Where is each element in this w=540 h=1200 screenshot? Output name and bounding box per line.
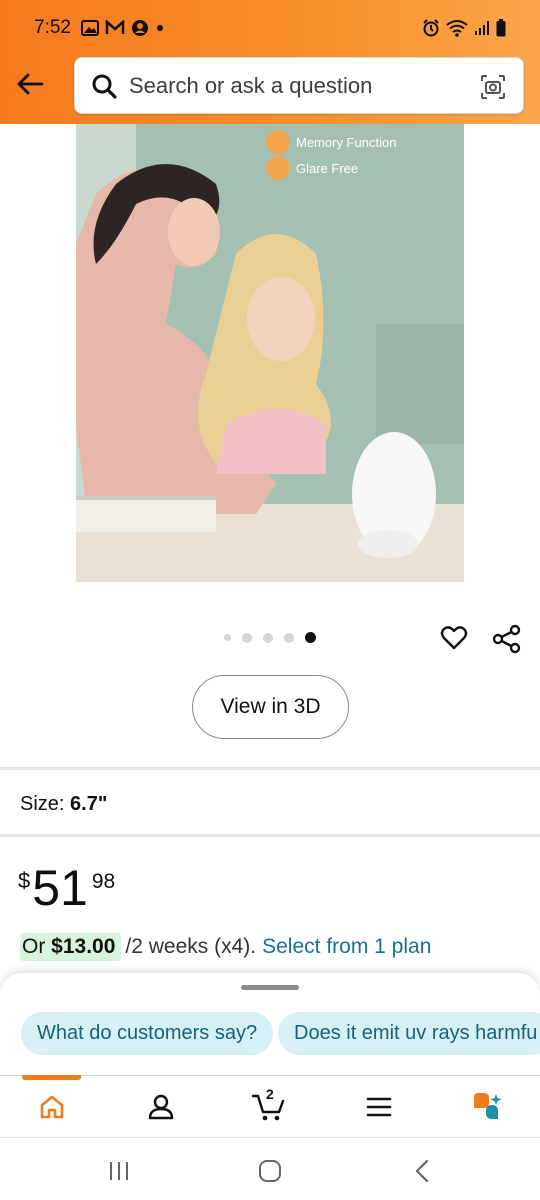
search-bar[interactable]: [74, 57, 524, 114]
battery-icon: [496, 19, 506, 37]
installment-terms: /2 weeks (x4).: [125, 935, 257, 958]
back-system-button[interactable]: [407, 1156, 437, 1186]
notification-dot-icon: [156, 25, 163, 31]
bottom-nav: [0, 1075, 540, 1137]
home-system-button[interactable]: [255, 1156, 285, 1186]
price-fraction: 98: [91, 870, 116, 893]
rufus-icon: [474, 1093, 502, 1119]
installment-offer: Or $13.00 /2 weeks (x4). Select from 1 p…: [20, 933, 431, 961]
suggestion-chip[interactable]: What do customers say?: [21, 1012, 274, 1055]
size-value: 6.7": [70, 793, 108, 815]
price: $ 51 98: [18, 862, 115, 914]
sheet-grabber[interactable]: [241, 985, 299, 990]
nav-active-indicator: [22, 1075, 81, 1080]
back-button[interactable]: [12, 64, 48, 104]
nav-menu[interactable]: [362, 1090, 396, 1124]
system-navigation-bar: [0, 1137, 540, 1200]
status-bar: 7:52: [0, 0, 540, 56]
alarm-icon: [423, 19, 439, 37]
wifi-icon: [446, 20, 468, 37]
feature-glare-free: Glare Free: [266, 156, 358, 180]
heart-icon[interactable]: [440, 624, 468, 652]
camera-search-icon[interactable]: [479, 73, 507, 101]
recent-apps-button[interactable]: [104, 1156, 134, 1186]
installment-amount: $13.00: [51, 935, 116, 958]
select-plan-link[interactable]: Select from 1 plan: [262, 935, 431, 959]
divider: [0, 834, 540, 837]
feature-label: Glare Free: [296, 160, 359, 176]
memory-icon: [266, 130, 290, 154]
gmail-notification-icon: [105, 20, 125, 34]
app-screen: 7:52 Search or ask a question Memory Fun…: [0, 0, 540, 1200]
account-icon: [148, 1094, 174, 1120]
nav-home[interactable]: [35, 1090, 69, 1124]
price-whole: 51: [32, 860, 88, 916]
status-time: 7:52: [34, 17, 71, 38]
suggestion-chip[interactable]: Does it emit uv rays harmfu: [278, 1012, 540, 1055]
gallery-notification-icon: [80, 20, 99, 36]
carousel-indicator: [224, 632, 316, 643]
nav-account[interactable]: [144, 1090, 178, 1124]
divider: [0, 767, 540, 770]
share-icon[interactable]: [492, 624, 522, 654]
arrow-left-icon: [17, 73, 44, 95]
view-in-3d-button[interactable]: View in 3D: [192, 675, 349, 739]
size-selector[interactable]: Size: 6.7": [20, 793, 107, 816]
product-image[interactable]: Memory Function Glare Free: [76, 124, 464, 582]
feature-label: Memory Function: [296, 134, 397, 150]
product-photo: [76, 124, 464, 582]
carousel-dot[interactable]: [242, 632, 252, 643]
recent-apps-icon: [110, 1162, 128, 1180]
home-circle-icon: [259, 1160, 281, 1182]
search-icon: [92, 74, 117, 99]
carousel-dot[interactable]: [284, 632, 294, 643]
cart-count-badge: 2: [266, 1086, 274, 1102]
carousel-dot-active[interactable]: [305, 632, 316, 643]
rufus-suggestion-sheet: What do customers say? Does it emit uv r…: [0, 973, 540, 1077]
signal-icon: [475, 21, 489, 35]
account-notification-icon: [131, 20, 148, 36]
carousel-dot[interactable]: [224, 634, 231, 641]
search-input[interactable]: [129, 72, 469, 99]
installment-or: Or: [22, 935, 46, 958]
home-icon: [40, 1095, 64, 1119]
carousel-dot[interactable]: [263, 632, 273, 643]
installment-amount-pill: Or $13.00: [20, 933, 122, 961]
feature-memory-function: Memory Function: [266, 130, 396, 154]
price-currency: $: [18, 868, 31, 893]
chevron-left-icon: [415, 1159, 429, 1183]
sun-icon: [266, 156, 290, 180]
size-label: Size:: [20, 793, 65, 815]
nav-rufus[interactable]: [470, 1090, 504, 1124]
menu-icon: [366, 1097, 392, 1117]
